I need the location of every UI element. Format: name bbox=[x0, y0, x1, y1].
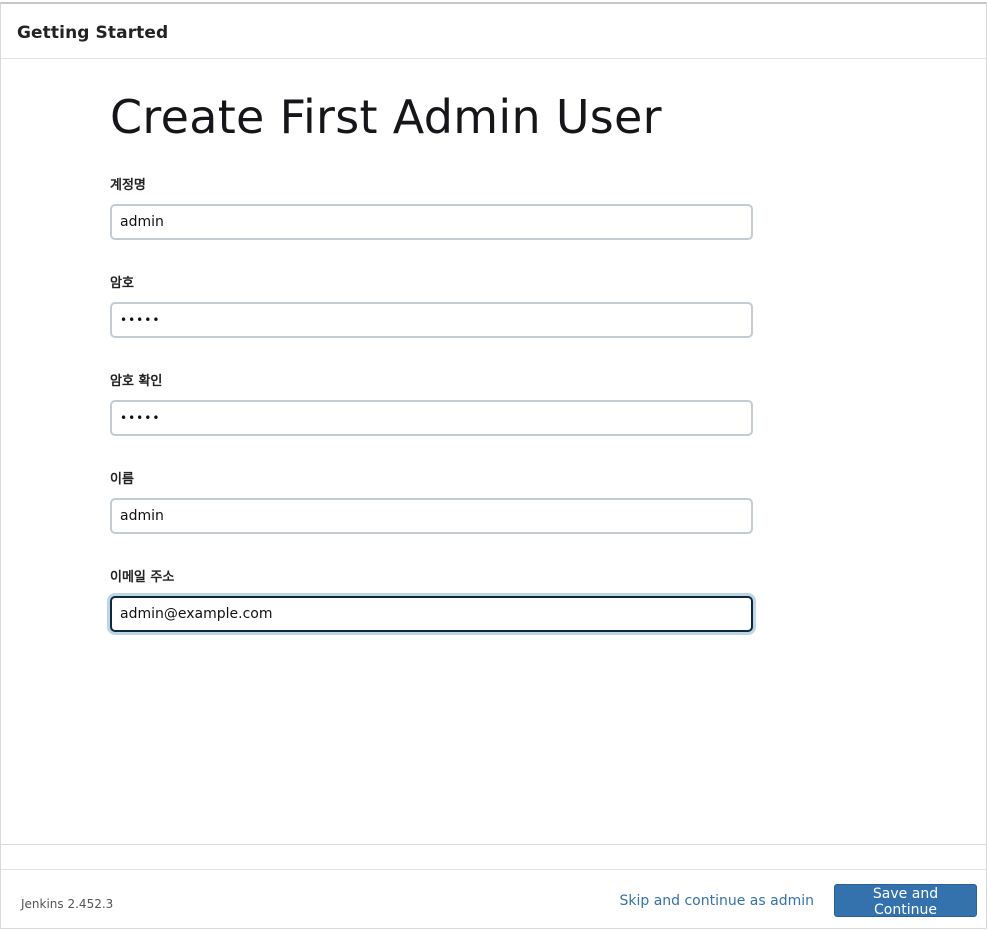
password-confirm-input[interactable] bbox=[110, 400, 753, 436]
email-input[interactable] bbox=[110, 596, 753, 632]
footer-divider bbox=[1, 844, 986, 845]
dialog-header: Getting Started bbox=[1, 4, 986, 59]
password-label: 암호 bbox=[110, 276, 134, 291]
skip-continue-link[interactable]: Skip and continue as admin bbox=[619, 893, 814, 909]
header-title: Getting Started bbox=[17, 23, 169, 43]
username-field: 계정명 bbox=[110, 178, 755, 240]
email-field: 이메일 주소 bbox=[110, 570, 755, 632]
email-label: 이메일 주소 bbox=[110, 570, 175, 585]
password-field: 암호 bbox=[110, 276, 755, 338]
page-title: Create First Admin User bbox=[110, 90, 662, 144]
fullname-label: 이름 bbox=[110, 472, 134, 487]
dialog-footer: Jenkins 2.452.3 Skip and continue as adm… bbox=[1, 869, 986, 929]
fullname-input[interactable] bbox=[110, 498, 753, 534]
password-input[interactable] bbox=[110, 302, 753, 338]
password-confirm-field: 암호 확인 bbox=[110, 374, 755, 436]
save-and-continue-button[interactable]: Save and Continue bbox=[834, 884, 977, 918]
setup-wizard-dialog: Getting Started Create First Admin User … bbox=[0, 2, 987, 929]
username-label: 계정명 bbox=[110, 178, 146, 193]
fullname-field: 이름 bbox=[110, 472, 755, 534]
password-confirm-label: 암호 확인 bbox=[110, 374, 163, 389]
version-text: Jenkins 2.452.3 bbox=[21, 897, 114, 911]
username-input[interactable] bbox=[110, 204, 753, 240]
